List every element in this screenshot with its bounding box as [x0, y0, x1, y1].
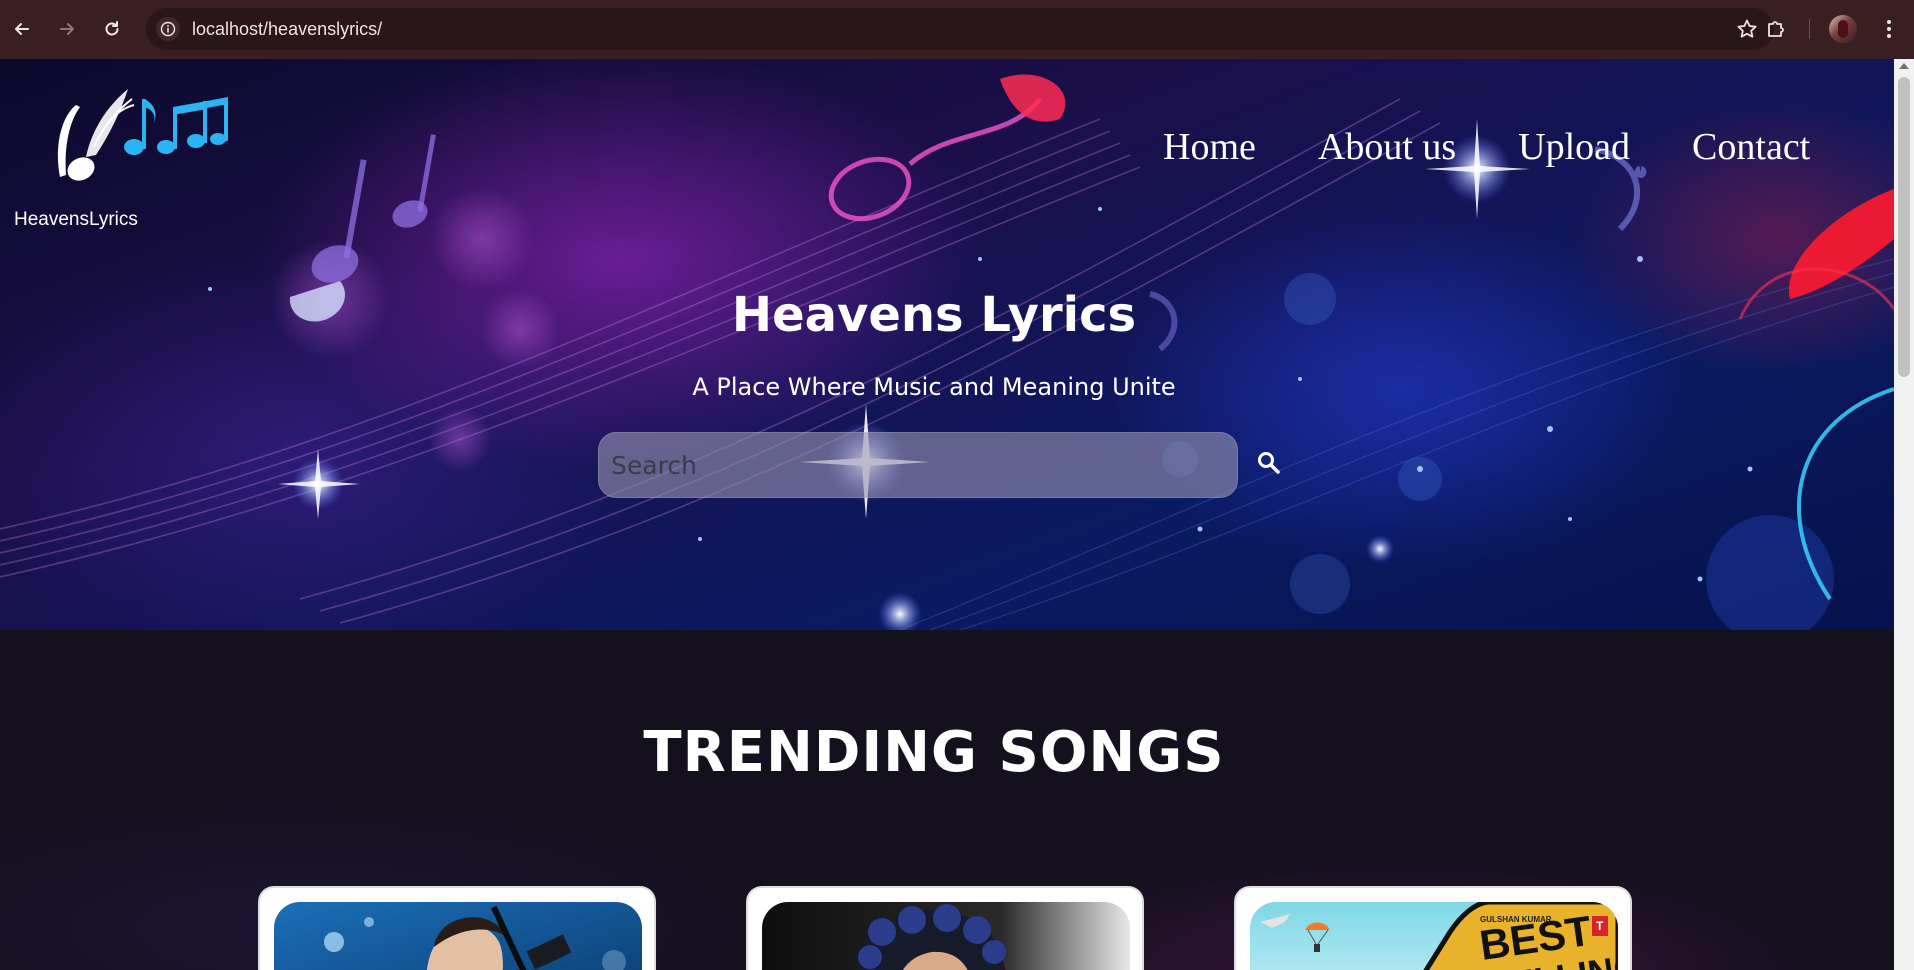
nav-home-link[interactable]: Home [1163, 125, 1256, 169]
hero-section: HeavensLyrics Home About us Upload Conta… [0, 59, 1894, 630]
main-navigation: Home About us Upload Contact [1163, 125, 1810, 169]
nav-about-link[interactable]: About us [1318, 125, 1456, 169]
search-icon [1258, 452, 1280, 474]
best-travelling-songs-poster[interactable]: GULSHAN KUMAR BEST TRAVELLING T [1250, 902, 1618, 970]
kebab-menu-icon [1887, 20, 1891, 38]
trending-section: TRENDING SONGS GULSHAN KUMAR BEST T [0, 630, 1894, 970]
hero-subtitle: A Place Where Music and Meaning Unite [692, 373, 1176, 401]
puzzle-icon [1768, 21, 1784, 37]
song-card[interactable] [746, 886, 1144, 970]
address-bar[interactable]: localhost/heavenslyrics/ [146, 8, 1774, 50]
toolbar-divider [1809, 19, 1810, 39]
info-icon[interactable] [156, 17, 180, 41]
browser-menu-button[interactable] [1875, 15, 1903, 43]
star-icon[interactable] [1736, 18, 1758, 40]
scrollbar-thumb[interactable] [1898, 77, 1910, 377]
profile-avatar[interactable] [1829, 15, 1857, 43]
song-card[interactable] [258, 886, 656, 970]
extensions-button[interactable] [1762, 15, 1790, 43]
search-box [598, 432, 1238, 498]
search-button[interactable] [1256, 450, 1282, 476]
reload-button[interactable] [97, 14, 127, 44]
page-viewport: HeavensLyrics Home About us Upload Conta… [0, 59, 1894, 970]
url-text[interactable]: localhost/heavenslyrics/ [192, 19, 382, 40]
search-input[interactable] [599, 433, 1237, 497]
scroll-up-arrow-icon[interactable] [1899, 63, 1909, 69]
hero-title: Heavens Lyrics [731, 287, 1137, 343]
back-button[interactable] [7, 14, 37, 44]
arrow-left-icon [15, 23, 29, 35]
site-logo[interactable]: HeavensLyrics [14, 77, 234, 230]
song-card[interactable]: GULSHAN KUMAR BEST TRAVELLING T [1234, 886, 1632, 970]
logo-text: HeavensLyrics [14, 209, 138, 230]
forward-button[interactable] [52, 14, 82, 44]
svg-text:T: T [1596, 919, 1604, 933]
nav-upload-link[interactable]: Upload [1518, 125, 1630, 169]
arrow-right-icon [60, 23, 74, 35]
browser-toolbar: localhost/heavenslyrics/ [0, 0, 1914, 59]
nav-contact-link[interactable]: Contact [1692, 125, 1810, 169]
reload-icon [105, 21, 119, 36]
trending-title: TRENDING SONGS [643, 720, 1225, 785]
singer-with-guitar-photo[interactable] [274, 902, 642, 970]
music-notes-logo-icon [57, 89, 228, 181]
page-scrollbar[interactable] [1894, 59, 1914, 970]
curly-haired-singer-photo[interactable] [762, 902, 1130, 970]
